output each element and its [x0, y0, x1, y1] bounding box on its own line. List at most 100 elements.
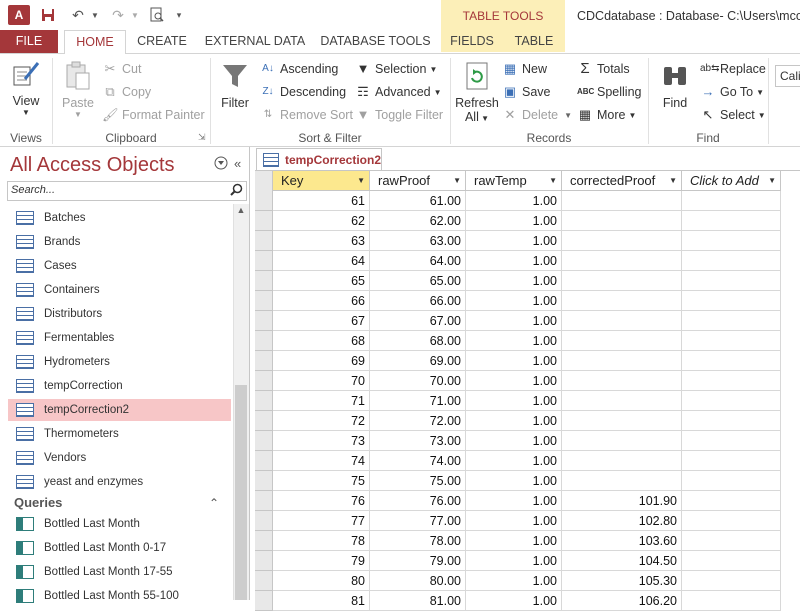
cell-key[interactable]: 68 [273, 331, 370, 351]
goto-button[interactable]: → Go To ▼ [700, 84, 765, 100]
cell-correctedproof[interactable]: 104.50 [562, 551, 682, 571]
cell-key[interactable]: 61 [273, 191, 370, 211]
cell-key[interactable]: 69 [273, 351, 370, 371]
record-selector[interactable] [255, 251, 273, 271]
cell-rawtemp[interactable]: 1.00 [466, 411, 562, 431]
cell-correctedproof[interactable]: 102.80 [562, 511, 682, 531]
column-dropdown-icon[interactable]: ▼ [357, 171, 365, 191]
record-selector[interactable] [255, 511, 273, 531]
tab-external-data[interactable]: EXTERNAL DATA [200, 30, 310, 53]
cell-key[interactable]: 77 [273, 511, 370, 531]
copy-button[interactable]: ⧉ Copy [102, 84, 151, 100]
cell-rawproof[interactable]: 67.00 [370, 311, 466, 331]
cell-new-field[interactable] [682, 411, 781, 431]
font-name-field[interactable]: Calil [775, 65, 800, 87]
cell-rawproof[interactable]: 68.00 [370, 331, 466, 351]
cell-new-field[interactable] [682, 511, 781, 531]
header-click-to-add[interactable]: Click to Add ▼ [682, 171, 781, 191]
cell-rawtemp[interactable]: 1.00 [466, 271, 562, 291]
cell-rawtemp[interactable]: 1.00 [466, 351, 562, 371]
record-selector[interactable] [255, 371, 273, 391]
tab-home[interactable]: HOME [64, 30, 126, 54]
cell-key[interactable]: 65 [273, 271, 370, 291]
cell-new-field[interactable] [682, 211, 781, 231]
record-selector[interactable] [255, 471, 273, 491]
nav-table-thermometers[interactable]: Thermometers [8, 423, 231, 445]
cell-key[interactable]: 67 [273, 311, 370, 331]
cell-new-field[interactable] [682, 471, 781, 491]
cell-key[interactable]: 71 [273, 391, 370, 411]
cell-rawtemp[interactable]: 1.00 [466, 371, 562, 391]
delete-record-button[interactable]: ✕ Delete ▼ [502, 107, 573, 123]
cell-correctedproof[interactable] [562, 331, 682, 351]
cell-correctedproof[interactable] [562, 231, 682, 251]
cell-rawproof[interactable]: 77.00 [370, 511, 466, 531]
paste-button[interactable]: Paste ▼ [58, 60, 98, 119]
nav-table-tempcorrection[interactable]: tempCorrection [8, 375, 231, 397]
cell-rawproof[interactable]: 61.00 [370, 191, 466, 211]
nav-table-hydrometers[interactable]: Hydrometers [8, 351, 231, 373]
cell-rawtemp[interactable]: 1.00 [466, 551, 562, 571]
cell-key[interactable]: 64 [273, 251, 370, 271]
record-selector[interactable] [255, 491, 273, 511]
tab-fields[interactable]: FIELDS [443, 30, 501, 53]
tab-create[interactable]: CREATE [131, 30, 193, 53]
more-button[interactable]: ▦ More ▼ [577, 107, 637, 123]
cell-correctedproof[interactable] [562, 431, 682, 451]
cell-rawproof[interactable]: 74.00 [370, 451, 466, 471]
cell-rawproof[interactable]: 65.00 [370, 271, 466, 291]
redo-dropdown-icon[interactable]: ▼ [130, 4, 140, 26]
cell-new-field[interactable] [682, 391, 781, 411]
tab-table[interactable]: TABLE [505, 30, 563, 53]
cell-rawtemp[interactable]: 1.00 [466, 491, 562, 511]
collapse-section-icon[interactable]: ⌃ [209, 496, 219, 510]
cell-correctedproof[interactable]: 105.30 [562, 571, 682, 591]
nav-table-yeast-and-enzymes[interactable]: yeast and enzymes [8, 471, 231, 493]
refresh-all-button[interactable]: Refresh All ▼ [455, 60, 499, 124]
cell-key[interactable]: 74 [273, 451, 370, 471]
cell-rawtemp[interactable]: 1.00 [466, 311, 562, 331]
cell-correctedproof[interactable] [562, 191, 682, 211]
cell-key[interactable]: 63 [273, 231, 370, 251]
totals-button[interactable]: Σ Totals [577, 61, 629, 77]
record-selector[interactable] [255, 311, 273, 331]
cell-rawproof[interactable]: 73.00 [370, 431, 466, 451]
cell-rawproof[interactable]: 81.00 [370, 591, 466, 611]
cell-new-field[interactable] [682, 431, 781, 451]
cell-new-field[interactable] [682, 591, 781, 611]
cell-rawtemp[interactable]: 1.00 [466, 391, 562, 411]
cell-rawtemp[interactable]: 1.00 [466, 211, 562, 231]
nav-table-tempcorrection2[interactable]: tempCorrection2 [8, 399, 231, 421]
cell-key[interactable]: 72 [273, 411, 370, 431]
cell-rawtemp[interactable]: 1.00 [466, 451, 562, 471]
nav-table-fermentables[interactable]: Fermentables [8, 327, 231, 349]
replace-button[interactable]: ab⇆ Replace [700, 61, 766, 77]
nav-section-queries[interactable]: Queries [14, 495, 62, 510]
cell-key[interactable]: 66 [273, 291, 370, 311]
cell-new-field[interactable] [682, 311, 781, 331]
cell-rawproof[interactable]: 64.00 [370, 251, 466, 271]
document-tab-tempcorrection2[interactable]: tempCorrection2 [256, 148, 382, 170]
cell-correctedproof[interactable] [562, 471, 682, 491]
nav-table-cases[interactable]: Cases [8, 255, 231, 277]
cell-key[interactable]: 62 [273, 211, 370, 231]
header-rawtemp[interactable]: rawTemp ▼ [466, 171, 562, 191]
cell-key[interactable]: 80 [273, 571, 370, 591]
customize-quick-access-icon[interactable]: ▾ [172, 4, 186, 26]
cell-rawtemp[interactable]: 1.00 [466, 471, 562, 491]
spelling-button[interactable]: ABC Spelling [577, 84, 641, 100]
column-dropdown-icon[interactable]: ▼ [453, 171, 461, 191]
cell-rawproof[interactable]: 62.00 [370, 211, 466, 231]
cell-rawproof[interactable]: 72.00 [370, 411, 466, 431]
record-selector[interactable] [255, 231, 273, 251]
nav-query-bottled-last-month-17-55[interactable]: Bottled Last Month 17-55 [8, 561, 231, 583]
cell-rawproof[interactable]: 78.00 [370, 531, 466, 551]
record-selector[interactable] [255, 331, 273, 351]
cell-correctedproof[interactable] [562, 371, 682, 391]
header-rawproof[interactable]: rawProof ▼ [370, 171, 466, 191]
cell-rawtemp[interactable]: 1.00 [466, 291, 562, 311]
cell-rawtemp[interactable]: 1.00 [466, 231, 562, 251]
cell-new-field[interactable] [682, 191, 781, 211]
cell-correctedproof[interactable]: 101.90 [562, 491, 682, 511]
cell-rawtemp[interactable]: 1.00 [466, 191, 562, 211]
